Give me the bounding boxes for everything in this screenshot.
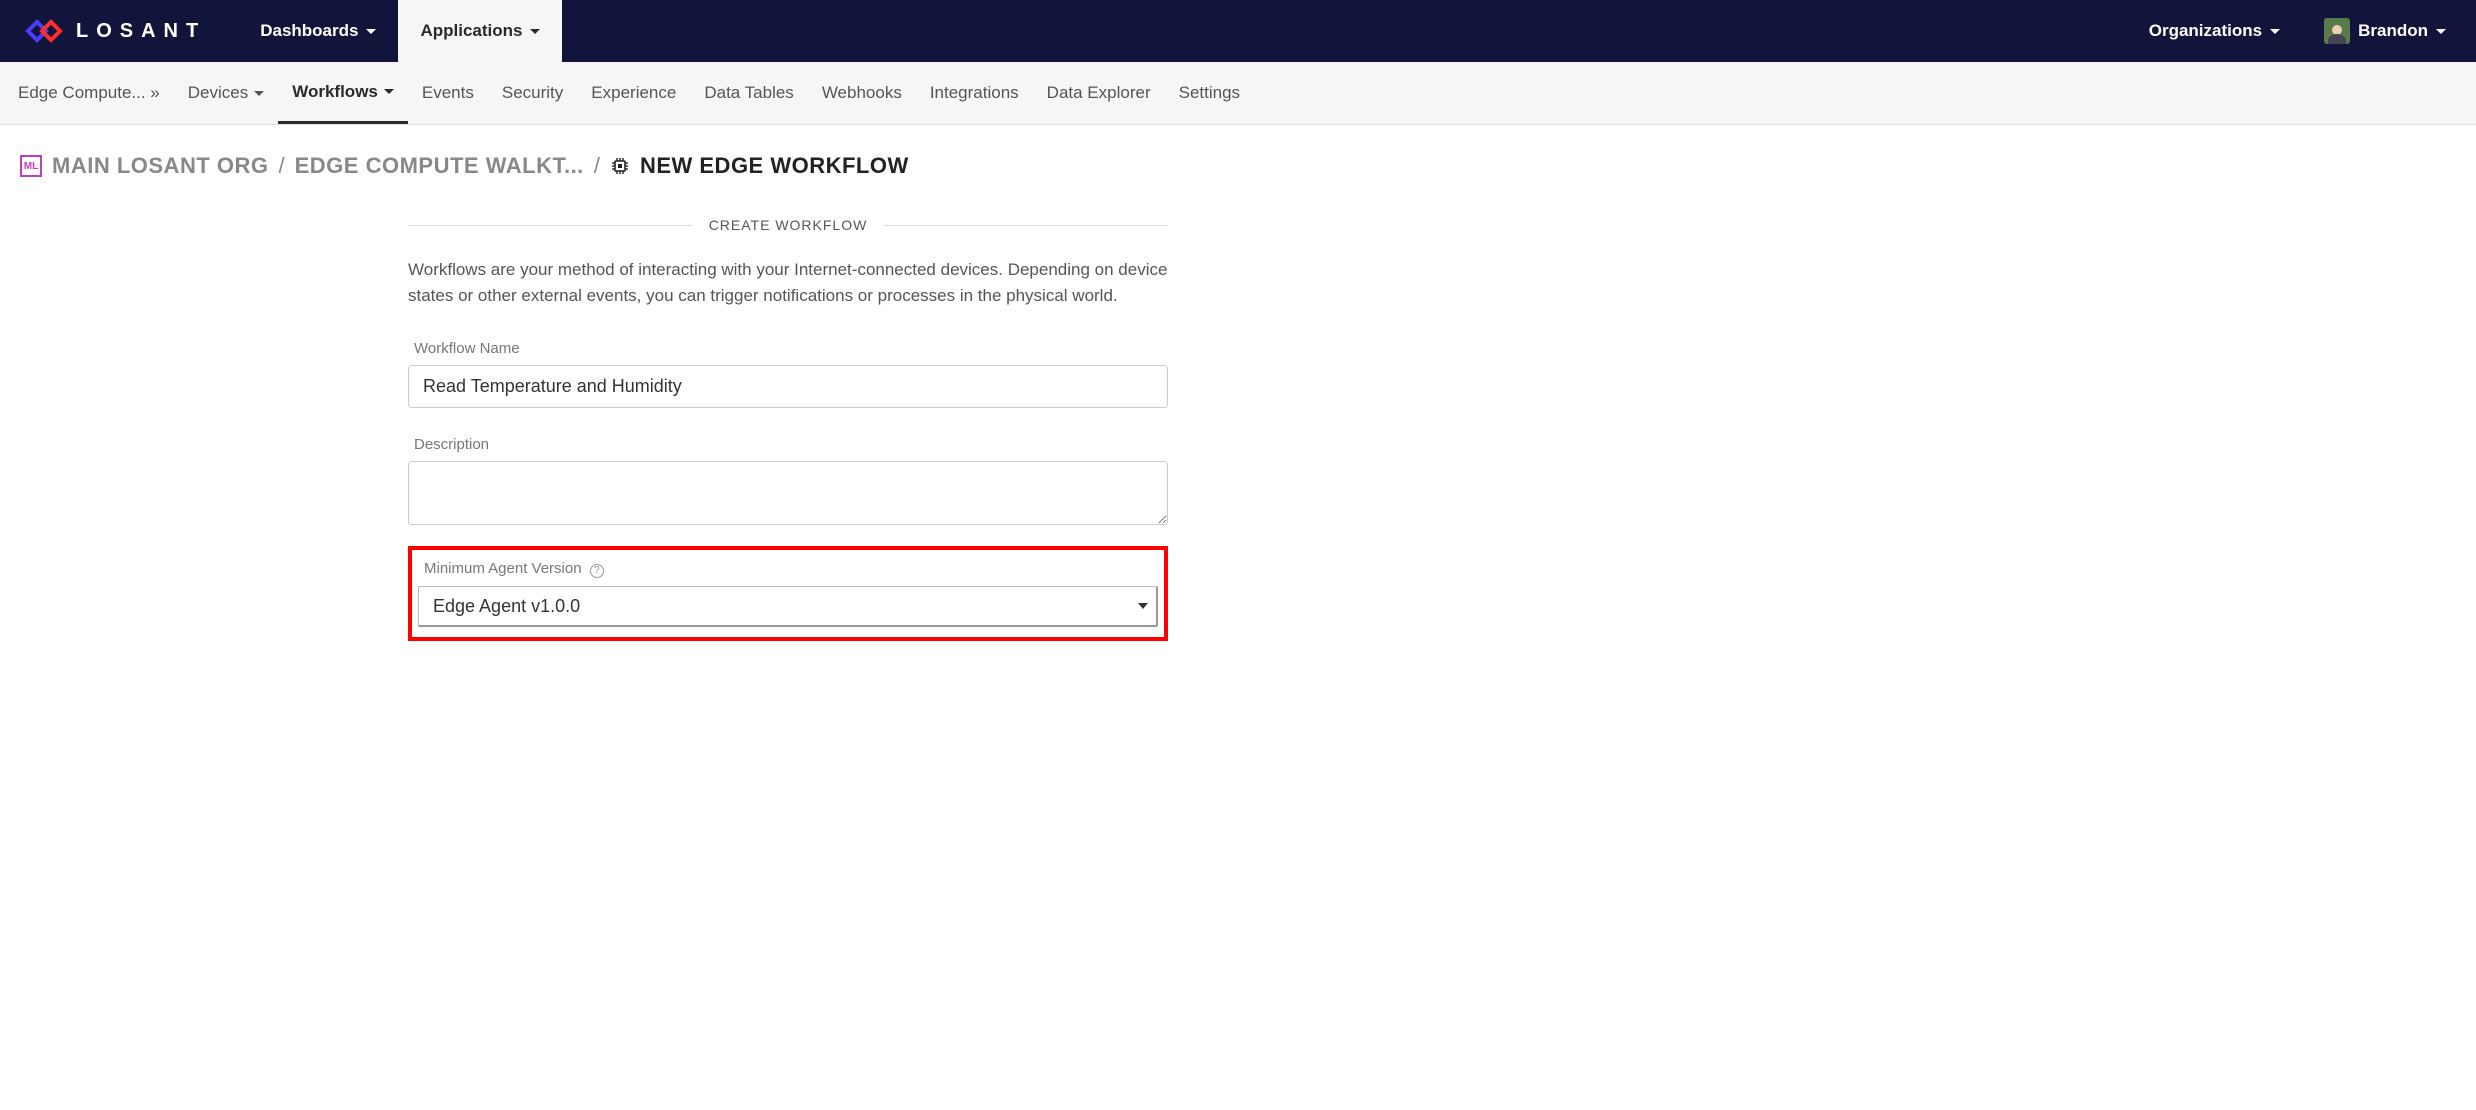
agent-version-select-wrap: Edge Agent v1.0.0 [418, 586, 1158, 627]
subnav-experience[interactable]: Experience [577, 62, 690, 124]
subnav-integrations[interactable]: Integrations [916, 62, 1033, 124]
section-title: CREATE WORKFLOW [693, 217, 884, 233]
breadcrumb: ML MAIN LOSANT ORG / EDGE COMPUTE WALKT.… [0, 125, 2476, 197]
agent-version-select[interactable]: Edge Agent v1.0.0 [418, 586, 1158, 627]
nav-applications[interactable]: Applications [398, 0, 562, 62]
intro-text: Workflows are your method of interacting… [408, 257, 1168, 310]
chevron-down-icon [384, 89, 394, 94]
subnav-data-tables[interactable]: Data Tables [690, 62, 807, 124]
chevron-down-icon [366, 29, 376, 34]
subnav-label: Experience [591, 83, 676, 103]
agent-version-label: Minimum Agent Version ? [424, 560, 1158, 578]
subnav-security[interactable]: Security [488, 62, 577, 124]
workflow-name-label: Workflow Name [414, 340, 1168, 357]
chevron-down-icon [2270, 29, 2280, 34]
subnav-workflows[interactable]: Workflows [278, 62, 408, 124]
subnav-devices[interactable]: Devices [174, 62, 278, 124]
chevron-down-icon [254, 91, 264, 96]
workflow-name-input[interactable] [408, 365, 1168, 408]
description-label: Description [414, 436, 1168, 453]
breadcrumb-separator: / [279, 153, 285, 179]
subnav-label: Webhooks [822, 83, 902, 103]
subnav-label: Data Explorer [1047, 83, 1151, 103]
create-workflow-form: CREATE WORKFLOW Workflows are your metho… [408, 217, 1168, 681]
nav-user-menu[interactable]: Brandon [2302, 0, 2468, 62]
subnav-label: Security [502, 83, 563, 103]
logo-text: LOSANT [76, 20, 206, 43]
chip-icon [610, 156, 630, 176]
nav-item-label: Dashboards [260, 21, 358, 41]
chevron-down-icon [530, 29, 540, 34]
logo-icon [24, 16, 64, 46]
section-divider: CREATE WORKFLOW [408, 217, 1168, 233]
subnav-label: Edge Compute... » [18, 83, 160, 103]
subnav-settings[interactable]: Settings [1165, 62, 1254, 124]
nav-item-label: Brandon [2358, 21, 2428, 41]
nav-organizations[interactable]: Organizations [2127, 0, 2302, 62]
logo[interactable]: LOSANT [8, 16, 222, 46]
chevron-down-icon [2436, 29, 2446, 34]
breadcrumb-separator: / [594, 153, 600, 179]
subnav-webhooks[interactable]: Webhooks [808, 62, 916, 124]
subnav-label: Settings [1179, 83, 1240, 103]
avatar [2324, 18, 2350, 44]
subnav-events[interactable]: Events [408, 62, 488, 124]
highlight-box: Minimum Agent Version ? Edge Agent v1.0.… [408, 546, 1168, 641]
subnav-label: Events [422, 83, 474, 103]
breadcrumb-org[interactable]: MAIN LOSANT ORG [52, 153, 269, 179]
subnav-label: Data Tables [704, 83, 793, 103]
agent-version-label-text: Minimum Agent Version [424, 560, 582, 577]
breadcrumb-current: NEW EDGE WORKFLOW [640, 153, 909, 179]
nav-item-label: Applications [420, 21, 522, 41]
breadcrumb-app[interactable]: EDGE COMPUTE WALKT... [295, 153, 584, 179]
top-nav: LOSANT Dashboards Applications Organizat… [0, 0, 2476, 62]
nav-dashboards[interactable]: Dashboards [238, 0, 398, 62]
subnav-label: Devices [188, 83, 248, 103]
subnav-data-explorer[interactable]: Data Explorer [1033, 62, 1165, 124]
org-badge: ML [20, 155, 42, 177]
help-icon[interactable]: ? [590, 564, 604, 578]
nav-item-label: Organizations [2149, 21, 2262, 41]
subnav-label: Workflows [292, 82, 378, 102]
sub-nav: Edge Compute... » Devices Workflows Even… [0, 62, 2476, 125]
subnav-app-name[interactable]: Edge Compute... » [4, 62, 174, 124]
subnav-label: Integrations [930, 83, 1019, 103]
description-input[interactable] [408, 461, 1168, 525]
